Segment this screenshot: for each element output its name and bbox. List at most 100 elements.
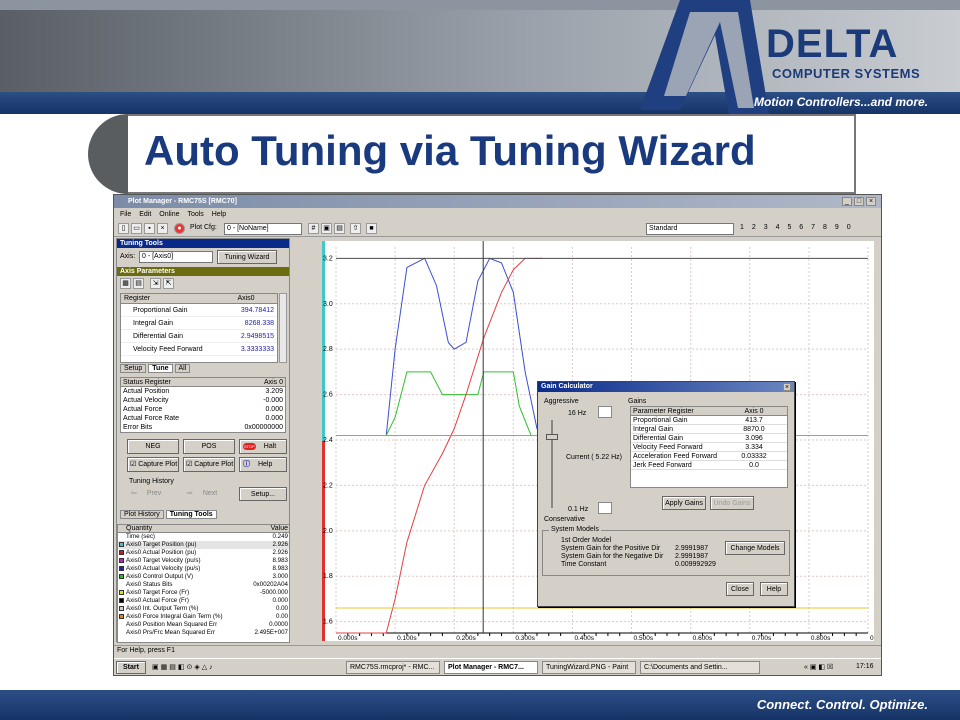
new-icon[interactable]: ▯: [118, 223, 129, 234]
view-button-0[interactable]: 0: [847, 224, 851, 231]
quantity-row[interactable]: Time (sec) 0.249: [118, 533, 289, 541]
quantity-row[interactable]: Axis0 Actual Velocity (pu/s) 8.983: [118, 565, 289, 573]
view-button-5[interactable]: 5: [787, 224, 791, 231]
view-button-8[interactable]: 8: [823, 224, 827, 231]
task-explorer[interactable]: C:\Documents and Settin...: [640, 661, 760, 674]
import-icon[interactable]: ⇲: [150, 278, 161, 289]
param-row[interactable]: Proportional Gain 394.78412: [121, 304, 277, 317]
plot-cfg-select[interactable]: 0 - [NoName]: [224, 223, 302, 235]
gain-row[interactable]: Jerk Feed Forward 0.0: [631, 461, 787, 470]
delete-icon[interactable]: ×: [157, 223, 168, 234]
axis-select[interactable]: 0 - [Axis0]: [139, 251, 213, 263]
grid-view-icon[interactable]: ▦: [120, 278, 131, 289]
quantity-row[interactable]: Axis0 Int. Output Term (%) 0.00: [118, 605, 289, 613]
close-button[interactable]: Close: [726, 582, 754, 596]
stop-square-icon[interactable]: ■: [366, 223, 377, 234]
menu-edit[interactable]: Edit: [139, 211, 151, 218]
axis-parameters-grid: Register Axis0 Proportional Gain 394.7841…: [120, 293, 278, 363]
export-icon[interactable]: ⇱: [163, 278, 174, 289]
view-button-7[interactable]: 7: [811, 224, 815, 231]
task-plot-manager[interactable]: Plot Manager - RMC7...: [444, 661, 538, 674]
quantity-row[interactable]: Axis0 Position Mean Squared Err 0.0000: [118, 621, 289, 629]
quick-launch-icons[interactable]: ▣▦▤◧⊙◈△♪: [152, 663, 215, 671]
undo-gains-button[interactable]: Undo Gains: [710, 496, 754, 510]
tab-tune[interactable]: Tune: [148, 364, 173, 373]
tab-tuning-tools[interactable]: Tuning Tools: [165, 510, 217, 519]
tab-plot-history[interactable]: Plot History: [120, 510, 164, 519]
tuning-tools-header: Tuning Tools: [117, 239, 289, 248]
setup-button[interactable]: Setup...: [239, 487, 287, 501]
quantity-row[interactable]: Axis0 Target Force (Fr) -5000.000: [118, 589, 289, 597]
view-button-4[interactable]: 4: [776, 224, 780, 231]
neg-button[interactable]: NEG: [127, 439, 179, 454]
status-register-grid: Status Register Axis 0 Actual Position 3.…: [120, 377, 286, 433]
tab-setup[interactable]: Setup: [120, 364, 147, 373]
quantities-table: Quantity Value Time (sec) 0.249 Axis0 Targ…: [117, 524, 290, 643]
quantity-row[interactable]: Axis0 Prs/Frc Mean Squared Err 2.495E+007: [118, 629, 289, 637]
task-rmc-project[interactable]: RMC75S.rmcproj* - RMC...: [346, 661, 440, 674]
tray-icons[interactable]: « ▣ ◧ ☒: [804, 663, 833, 671]
gain-row[interactable]: Proportional Gain 413.7: [631, 416, 787, 425]
slide-title: Auto Tuning via Tuning Wizard: [144, 127, 756, 174]
stop-icon[interactable]: ●: [174, 223, 185, 234]
param-scrollbar[interactable]: [279, 293, 287, 363]
minimize-button[interactable]: _: [842, 197, 852, 206]
param-row[interactable]: Differential Gain 2.9498515: [121, 330, 277, 343]
quantity-row[interactable]: Axis0 Control Output (V) 3.000: [118, 573, 289, 581]
gain-row[interactable]: Integral Gain 8870.0: [631, 425, 787, 434]
quantity-row[interactable]: Axis0 Target Position (pu) 2.926: [118, 541, 289, 549]
pos-button[interactable]: POS: [183, 439, 235, 454]
up-arrow-icon[interactable]: ⇧: [350, 223, 361, 234]
gain-row[interactable]: Acceleration Feed Forward 0.03332: [631, 452, 787, 461]
grid-icon[interactable]: #: [308, 223, 319, 234]
gain-value: 3.096: [745, 435, 763, 442]
view-button-2[interactable]: 2: [752, 224, 756, 231]
quantity-row[interactable]: Axis0 Target Velocity (pu/s) 8.983: [118, 557, 289, 565]
save-icon[interactable]: ▪: [144, 223, 155, 234]
quantity-row[interactable]: Axis0 Actual Position (pu) 2.926: [118, 549, 289, 557]
menu-help[interactable]: Help: [212, 211, 226, 218]
menu-online[interactable]: Online: [159, 211, 179, 218]
prev-button[interactable]: ⇦ Prev: [131, 489, 161, 497]
frequency-slider-thumb[interactable]: [546, 434, 558, 440]
list-view-icon[interactable]: ▤: [133, 278, 144, 289]
help-button[interactable]: ⓘ Help: [239, 457, 287, 472]
gain-row[interactable]: Differential Gain 3.096: [631, 434, 787, 443]
series-color-swatch: [119, 558, 124, 563]
dialog-close-icon[interactable]: ×: [783, 383, 791, 391]
quantity-row[interactable]: Axis0 Status Bits 0x00202A04: [118, 581, 289, 589]
quantity-row[interactable]: Axis0 Force Integral Gain Term (%) 0.00: [118, 613, 289, 621]
open-icon[interactable]: ▭: [131, 223, 142, 234]
view-button-6[interactable]: 6: [799, 224, 803, 231]
print-icon[interactable]: ▤: [334, 223, 345, 234]
capture-plot-pos-checkbox[interactable]: ☑ Capture Plot: [183, 457, 235, 472]
tuning-wizard-button[interactable]: Tuning Wizard: [217, 250, 277, 264]
gain-value: 0.03332: [741, 453, 767, 460]
gain-row[interactable]: Velocity Feed Forward 3.334: [631, 443, 787, 452]
task-paint[interactable]: TuningWizard.PNG - Paint: [542, 661, 636, 674]
view-select[interactable]: Standard: [646, 223, 734, 235]
halt-button[interactable]: STOP Halt: [239, 439, 287, 454]
view-button-9[interactable]: 9: [835, 224, 839, 231]
param-row[interactable]: Integral Gain 8268.338: [121, 317, 277, 330]
status-value: 0x00000000: [244, 424, 283, 431]
quantity-value: 2.926: [272, 549, 288, 556]
change-models-button[interactable]: Change Models: [725, 541, 785, 555]
menu-tools[interactable]: Tools: [187, 211, 203, 218]
view-button-3[interactable]: 3: [764, 224, 768, 231]
view-button-1[interactable]: 1: [740, 224, 744, 231]
dialog-help-button[interactable]: Help: [760, 582, 788, 596]
capture-plot-neg-checkbox[interactable]: ☑ Capture Plot: [127, 457, 179, 472]
status-row: Error Bits 0x00000000: [121, 423, 285, 432]
param-row[interactable]: Velocity Feed Forward 3.3333333: [121, 343, 277, 356]
axis-label: Axis:: [120, 253, 136, 260]
window-icon[interactable]: ▣: [321, 223, 332, 234]
tab-all[interactable]: All: [174, 364, 191, 373]
menu-file[interactable]: File: [120, 211, 131, 218]
close-window-button[interactable]: ×: [866, 197, 876, 206]
start-button[interactable]: Start: [116, 661, 146, 674]
quantity-row[interactable]: Axis0 Actual Force (Fr) 0.000: [118, 597, 289, 605]
maximize-button[interactable]: □: [854, 197, 864, 206]
next-button[interactable]: ⇨ Next: [187, 489, 217, 497]
apply-gains-button[interactable]: Apply Gains: [662, 496, 706, 510]
